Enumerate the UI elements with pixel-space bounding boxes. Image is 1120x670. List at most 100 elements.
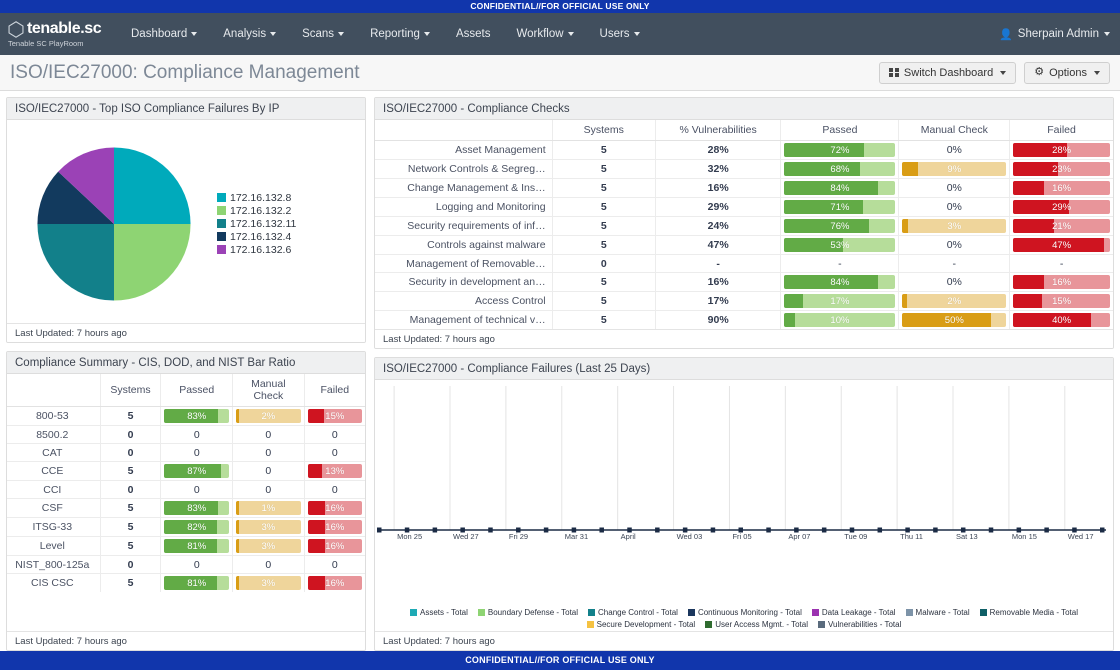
chart-legend-item[interactable]: Data Leakage - Total: [811, 608, 896, 617]
nav-item-scans[interactable]: Scans: [289, 13, 357, 55]
pie-slice[interactable]: [37, 223, 114, 301]
legend-label: Boundary Defense - Total: [487, 608, 579, 617]
table-row[interactable]: Asset Management 5 28% 72% 0% 28%: [375, 140, 1113, 160]
pie-chart[interactable]: [25, 135, 203, 313]
pie-legend-item[interactable]: 172.16.132.6: [217, 244, 296, 256]
table-row[interactable]: 8500.2 0 0 0 0: [7, 425, 365, 444]
column-header[interactable]: Failed: [304, 374, 365, 407]
table-cell-green: 83%: [160, 406, 234, 426]
nav-item-workflow[interactable]: Workflow: [503, 13, 586, 55]
red-bar: 40%: [1013, 313, 1110, 327]
chart-x-tick-label: Wed 27: [453, 532, 479, 541]
bar-label: 47%: [1052, 239, 1072, 251]
bar-fill: [236, 520, 240, 534]
nav-item-dashboard[interactable]: Dashboard: [118, 13, 210, 55]
chart-axis-tick: [988, 527, 994, 533]
table-row[interactable]: Access Control 5 17% 17% 2% 15%: [375, 291, 1113, 311]
table-row[interactable]: CAT 0 0 0 0: [7, 443, 365, 462]
chart-legend-item[interactable]: Assets - Total: [410, 608, 468, 617]
nav-item-analysis[interactable]: Analysis: [210, 13, 289, 55]
bar-label: 23%: [1052, 163, 1072, 175]
column-header[interactable]: Systems: [100, 374, 162, 407]
table-row[interactable]: Level 5 81% 3% 16%: [7, 536, 365, 556]
pie-slice[interactable]: [114, 223, 191, 301]
trend-chart-area[interactable]: Mon 25 Wed 27 Fri 29 Mar 31 April Wed 03 Fri 0…: [375, 380, 1113, 631]
table-row[interactable]: NIST_800-125a 0 0 0 0: [7, 555, 365, 574]
bar-label: 81%: [187, 540, 207, 552]
chart-legend-item[interactable]: Continuous Monitoring - Total: [687, 608, 802, 617]
green-bar: 76%: [784, 219, 896, 233]
user-menu[interactable]: 👤 Sherpain Admin: [999, 13, 1120, 55]
chart-legend-item[interactable]: Malware - Total: [905, 608, 970, 617]
pie-legend-item[interactable]: 172.16.132.2: [217, 205, 296, 217]
chevron-down-icon: [567, 32, 574, 36]
table-cell-amber: -: [898, 254, 1011, 273]
compliance-summary-table: Systems Passed Manual Check Failed 800-53 5 8…: [7, 374, 365, 592]
chart-axis-tick: [377, 527, 382, 533]
chart-legend-item[interactable]: Removable Media - Total: [979, 608, 1078, 617]
chart-legend-item[interactable]: Secure Development - Total: [586, 620, 695, 629]
switch-dashboard-button[interactable]: Switch Dashboard: [879, 61, 1017, 84]
table-header: Systems% Vulnerabilities Passed Manual Che…: [375, 120, 1113, 141]
chart-legend-item[interactable]: Vulnerabilities - Total: [817, 620, 901, 629]
table-row[interactable]: Change Management & Ins… 5 16% 84% 0% 16%: [375, 178, 1113, 198]
column-header[interactable]: Systems: [552, 120, 656, 141]
table-row[interactable]: ITSG-33 5 82% 3% 16%: [7, 517, 365, 537]
green-bar: 68%: [784, 162, 896, 176]
chart-legend-item[interactable]: Change Control - Total: [588, 608, 678, 617]
green-bar: 83%: [164, 409, 230, 423]
column-header[interactable]: Manual Check: [898, 120, 1011, 141]
nav-item-users[interactable]: Users: [587, 13, 653, 55]
gear-icon: ⚙: [1034, 66, 1045, 78]
table-cell-green: 71%: [780, 197, 900, 217]
brand-logo[interactable]: tenable.sc Tenable SC PlayRoom: [0, 13, 118, 55]
column-header[interactable]: Passed: [780, 120, 900, 141]
table-row[interactable]: CCI 0 0 0 0: [7, 480, 365, 499]
table-cell-red: -: [1009, 254, 1113, 273]
bar-fill: [784, 313, 796, 327]
red-bar: 16%: [1013, 181, 1110, 195]
pie-legend-item[interactable]: 172.16.132.8: [217, 192, 296, 204]
nav-item-reporting[interactable]: Reporting: [357, 13, 443, 55]
column-header[interactable]: % Vulnerabilities: [655, 120, 782, 141]
table-row[interactable]: Management of Removable… 0- - - -: [375, 254, 1113, 273]
column-header[interactable]: Manual Check: [232, 374, 305, 407]
table-row[interactable]: Controls against malware 5 47% 53% 0% 47%: [375, 235, 1113, 255]
chart-legend-item[interactable]: Boundary Defense - Total: [477, 608, 579, 617]
column-header[interactable]: Passed: [160, 374, 234, 407]
table-row[interactable]: 800-53 5 83% 2% 15%: [7, 406, 365, 426]
grid-icon: [889, 67, 899, 78]
bar-fill: [307, 464, 322, 478]
red-bar: 16%: [307, 501, 362, 515]
amber-bar: 1%: [236, 501, 301, 515]
chevron-down-icon: [191, 32, 198, 36]
amber-bar: 9%: [902, 162, 1007, 176]
table-cell-systems: 0: [100, 425, 162, 444]
column-header[interactable]: [375, 120, 553, 141]
table-row[interactable]: CIS CSC 5 81% 3% 16%: [7, 573, 365, 592]
trend-line-chart[interactable]: Mon 25 Wed 27 Fri 29 Mar 31 April Wed 03 Fri 0…: [375, 380, 1108, 552]
pie-legend-item[interactable]: 172.16.132.11: [217, 218, 296, 230]
pie-legend-item[interactable]: 172.16.132.4: [217, 231, 296, 243]
table-row[interactable]: Security in development an… 5 16% 84% 0% 16%: [375, 272, 1113, 292]
table-row[interactable]: Network Controls & Segreg… 5 32% 68% 9% 23%: [375, 159, 1113, 179]
table-row[interactable]: Logging and Monitoring 5 29% 71% 0% 29%: [375, 197, 1113, 217]
nav-item-assets[interactable]: Assets: [443, 13, 504, 55]
chart-x-tick-label: Wed 17: [1068, 532, 1094, 541]
bar-label: 76%: [830, 220, 850, 232]
table-cell-green: 72%: [780, 140, 900, 160]
chart-legend-item[interactable]: User Access Mgmt. - Total: [705, 620, 808, 629]
options-button[interactable]: ⚙ Options: [1024, 61, 1110, 84]
column-header[interactable]: Failed: [1009, 120, 1113, 141]
table-row[interactable]: CSF 5 83% 1% 16%: [7, 498, 365, 518]
table-row[interactable]: CCE 5 87% 0 13%: [7, 461, 365, 481]
pie-slice[interactable]: [114, 146, 191, 224]
panel-footer-last-updated: Last Updated: 7 hours ago: [7, 631, 365, 650]
row-label: Logging and Monitoring: [375, 197, 553, 217]
red-bar: 16%: [307, 576, 362, 590]
table-row[interactable]: Security requirements of inf… 5 24% 76% 3% 21…: [375, 216, 1113, 236]
amber-bar: 3%: [902, 219, 1007, 233]
table-header: Systems Passed Manual Check Failed: [7, 374, 365, 407]
column-header[interactable]: [7, 374, 101, 407]
table-row[interactable]: Management of technical v… 5 90% 10% 50% 40%: [375, 310, 1113, 329]
